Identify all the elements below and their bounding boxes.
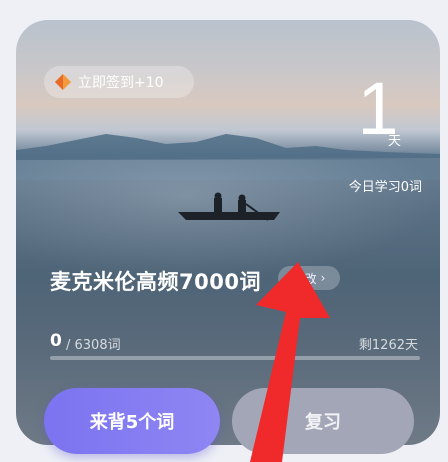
streak-days-unit: 天 bbox=[388, 134, 402, 149]
review-button[interactable]: 复习 bbox=[232, 388, 414, 454]
today-learned-label: 今日学习0词 bbox=[348, 180, 422, 195]
book-title: 麦克米伦高频7000词 bbox=[50, 270, 261, 294]
diamond-icon bbox=[55, 74, 71, 90]
edit-book-label: 修改 bbox=[292, 271, 317, 286]
rowboat-image bbox=[178, 192, 280, 221]
checkin-button[interactable]: 立即签到+10 bbox=[44, 66, 194, 98]
remaining-days: 剩1262天 bbox=[358, 338, 418, 353]
study-words-label: 来背5个词 bbox=[89, 412, 175, 433]
review-label: 复习 bbox=[305, 412, 341, 433]
total-words: / 6308词 bbox=[66, 338, 121, 353]
vocab-book-card[interactable]: 立即签到+10 1 天 今日学习0词 麦克米伦高频7000词 修改 › 0 / … bbox=[16, 20, 440, 445]
edit-book-button[interactable]: 修改 › bbox=[278, 266, 340, 290]
study-words-button[interactable]: 来背5个词 bbox=[44, 388, 220, 454]
learned-count: 0 bbox=[50, 331, 62, 351]
checkin-label: 立即签到+10 bbox=[78, 75, 164, 91]
chevron-right-icon: › bbox=[320, 271, 326, 285]
progress-bar bbox=[50, 356, 420, 360]
